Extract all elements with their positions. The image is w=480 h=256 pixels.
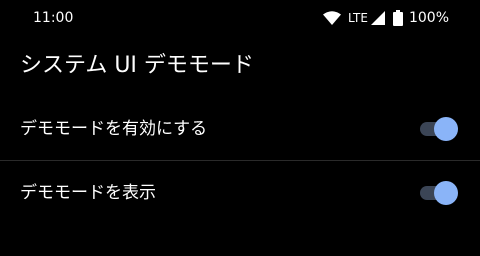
status-time: 11:00 (33, 10, 74, 26)
battery-icon (392, 10, 403, 26)
setting-label: デモモードを表示 (20, 183, 156, 203)
setting-show-demo-mode[interactable]: デモモードを表示 (0, 162, 480, 224)
switch-thumb (434, 117, 458, 141)
toggle-switch[interactable] (420, 181, 458, 205)
network-type-label: LTE (348, 11, 368, 25)
switch-thumb (434, 181, 458, 205)
cell-signal-icon (370, 11, 385, 25)
status-icons: LTE 100% (323, 9, 449, 27)
toggle-switch[interactable] (420, 117, 458, 141)
page-title: システム UI デモモード (20, 53, 254, 78)
battery-percent: 100% (408, 10, 449, 26)
divider (0, 160, 480, 161)
setting-enable-demo-mode[interactable]: デモモードを有効にする (0, 98, 480, 160)
wifi-icon (323, 11, 342, 25)
setting-label: デモモードを有効にする (20, 119, 208, 139)
status-bar: 11:00 LTE 100% (0, 0, 480, 36)
